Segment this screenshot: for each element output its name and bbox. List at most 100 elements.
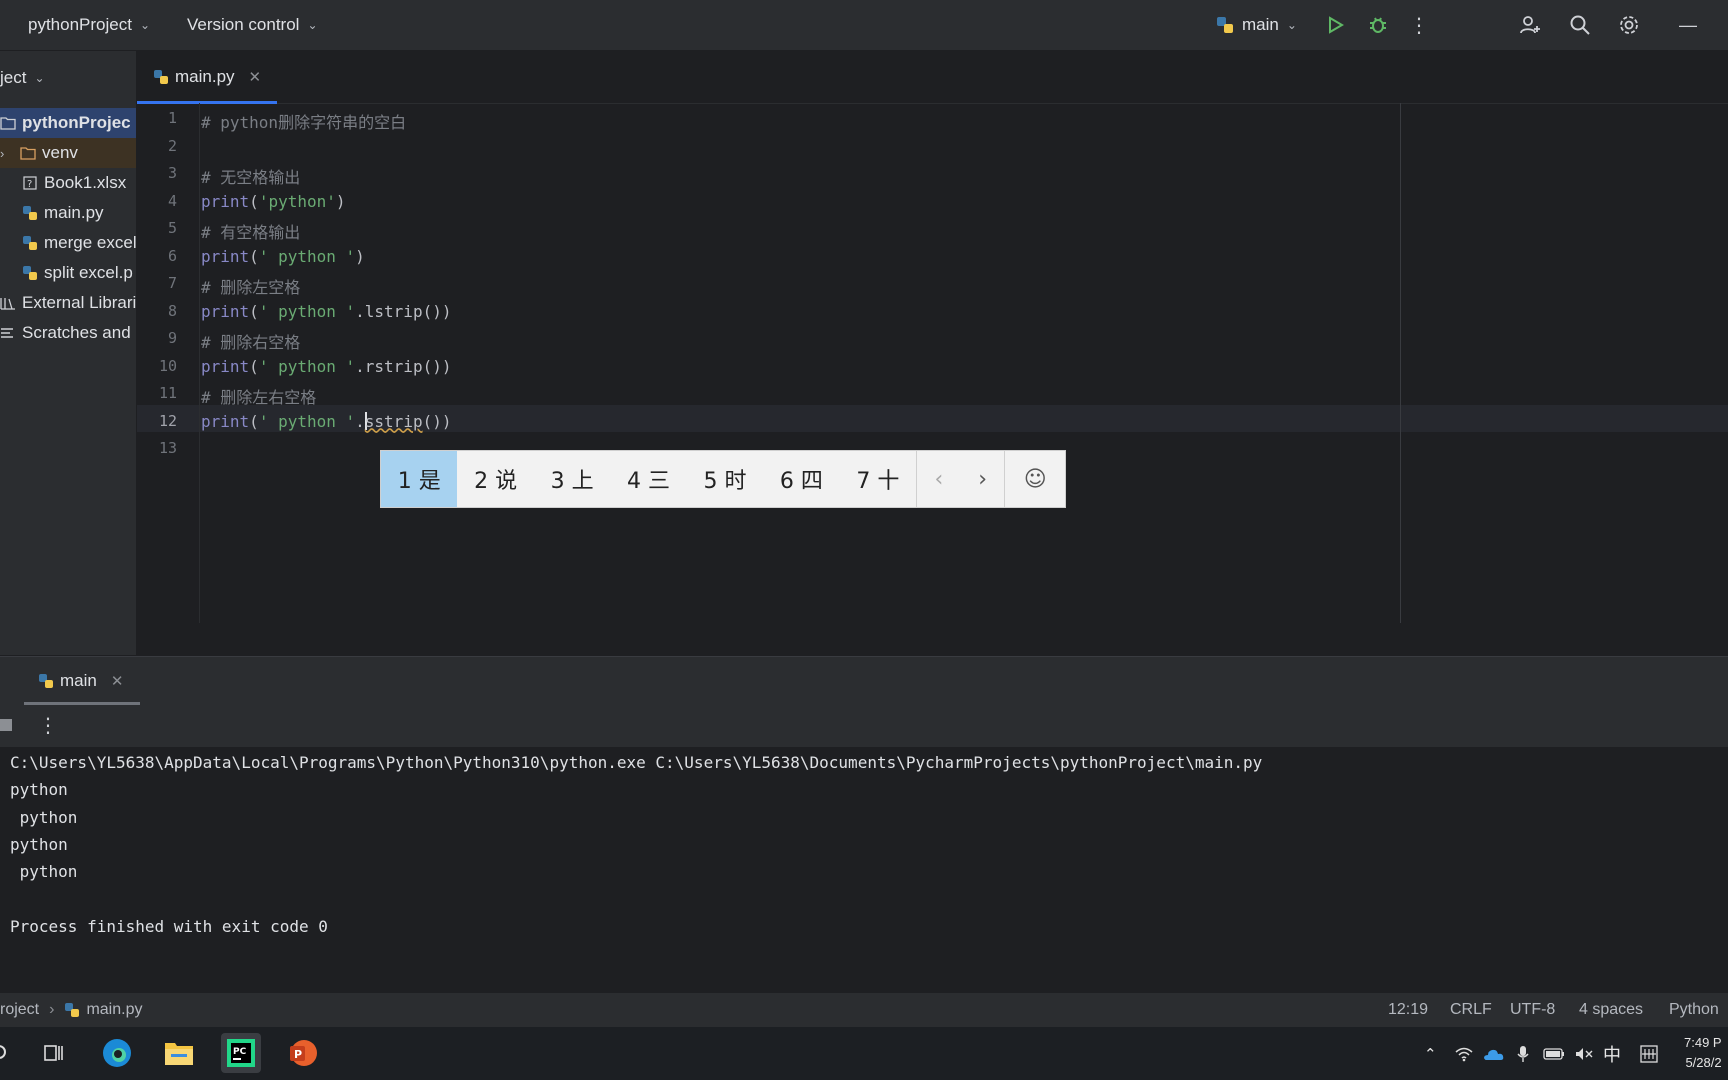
code-string: 'python' bbox=[258, 191, 336, 211]
microphone-icon[interactable] bbox=[1517, 1027, 1529, 1080]
emoji-icon[interactable]: ☺ bbox=[1005, 451, 1065, 507]
tree-item-book1[interactable]: ? Book1.xlsx bbox=[0, 168, 136, 198]
project-view-selector[interactable]: ject ⌄ bbox=[0, 51, 45, 105]
settings-icon[interactable] bbox=[1614, 10, 1644, 40]
project-name: pythonProject bbox=[28, 15, 132, 34]
python-file-icon bbox=[22, 265, 38, 281]
windows-taskbar: PC P ⌃ 中 7:49 P 5/28/2 bbox=[0, 1027, 1728, 1080]
tab-main-py[interactable]: main.py ✕ bbox=[137, 51, 277, 104]
line-separator[interactable]: CRLF bbox=[1450, 993, 1492, 1027]
tree-item-venv[interactable]: › venv bbox=[0, 138, 136, 168]
onedrive-icon[interactable] bbox=[1482, 1027, 1504, 1080]
code-string: ' python ' bbox=[258, 301, 356, 321]
run-icon[interactable] bbox=[1320, 10, 1350, 40]
more-icon[interactable]: ⋮ bbox=[38, 713, 58, 738]
project-tool-window: ject ⌄ pythonProjec › venv ? Book1.xlsx … bbox=[0, 51, 136, 655]
clock-time: 7:49 P bbox=[1684, 1035, 1722, 1050]
clock[interactable]: 7:49 P 5/28/2 bbox=[1684, 1033, 1722, 1073]
run-toolbar: ⋮ bbox=[0, 705, 1728, 748]
console-line: python bbox=[10, 862, 78, 882]
chevron-down-icon: ⌄ bbox=[307, 18, 318, 32]
pycharm-icon[interactable]: PC bbox=[221, 1033, 261, 1073]
search-icon[interactable] bbox=[1565, 10, 1595, 40]
ime-prev-page-icon[interactable]: ‹ bbox=[917, 451, 961, 507]
code-line: print('python') bbox=[201, 192, 346, 211]
ime-candidate-1[interactable]: 1 是 bbox=[381, 451, 458, 507]
close-icon[interactable]: ✕ bbox=[111, 672, 124, 690]
breadcrumb-project[interactable]: roject bbox=[0, 1001, 39, 1019]
tree-item-label: venv bbox=[42, 143, 78, 162]
code-line: print(' python '.rstrip()) bbox=[201, 357, 451, 376]
title-bar: pythonProject ⌄ Version control ⌄ main ⌄… bbox=[0, 0, 1728, 51]
edge-icon[interactable] bbox=[97, 1033, 137, 1073]
tree-item-pythonproject[interactable]: pythonProjec bbox=[0, 108, 136, 138]
tree-item-external-libraries[interactable]: External Librari bbox=[0, 288, 136, 318]
powerpoint-icon[interactable]: P bbox=[283, 1033, 323, 1073]
tree-item-label: pythonProjec bbox=[22, 113, 131, 132]
ime-next-page-icon[interactable]: › bbox=[961, 451, 1005, 507]
code-line: print(' python '.sstrip()) bbox=[201, 411, 451, 431]
line-number: 12 bbox=[158, 411, 177, 430]
close-icon[interactable]: ✕ bbox=[249, 68, 262, 86]
battery-icon[interactable] bbox=[1543, 1027, 1565, 1080]
code-comment: # 有空格输出 bbox=[201, 223, 301, 242]
ime-candidate-7[interactable]: 7 十 bbox=[840, 451, 916, 507]
line-number-gutter: 1 2 3 4 5 6 7 8 9 10 11 12 13 bbox=[137, 103, 200, 623]
console-line: python bbox=[10, 807, 78, 827]
line-number: 6 bbox=[167, 246, 177, 265]
code-punctuation: . bbox=[355, 411, 365, 431]
tree-item-main-py[interactable]: main.py bbox=[0, 198, 136, 228]
volume-muted-icon[interactable] bbox=[1575, 1027, 1593, 1080]
library-icon bbox=[0, 295, 16, 311]
code-line: # 有空格输出 bbox=[201, 219, 300, 243]
tree-item-label: main.py bbox=[44, 203, 104, 222]
file-explorer-icon[interactable] bbox=[159, 1033, 199, 1073]
vcs-label: Version control bbox=[187, 15, 300, 34]
svg-text:PC: PC bbox=[233, 1047, 247, 1057]
ime-mode-indicator[interactable]: 中 bbox=[1603, 1027, 1621, 1080]
line-number: 5 bbox=[167, 219, 177, 237]
project-header-label: ject bbox=[0, 68, 27, 87]
code-function: print bbox=[201, 246, 250, 266]
code-comment: # 删除左右空格 bbox=[201, 388, 317, 407]
tree-item-label: Scratches and bbox=[22, 323, 131, 342]
file-encoding[interactable]: UTF-8 bbox=[1510, 993, 1555, 1027]
tray-overflow-icon[interactable]: ⌃ bbox=[1424, 1027, 1437, 1080]
code-comment: # 无空格输出 bbox=[201, 168, 301, 187]
task-view-icon[interactable] bbox=[34, 1033, 74, 1073]
ime-candidate-3[interactable]: 3 上 bbox=[534, 451, 610, 507]
stop-icon[interactable] bbox=[0, 719, 12, 731]
tab-run-main[interactable]: main ✕ bbox=[24, 657, 140, 705]
ime-layout-icon[interactable] bbox=[1640, 1027, 1658, 1080]
wifi-icon[interactable] bbox=[1455, 1027, 1473, 1080]
add-user-icon[interactable] bbox=[1515, 10, 1545, 40]
minimize-icon[interactable]: — bbox=[1673, 10, 1703, 40]
debug-icon[interactable] bbox=[1363, 10, 1393, 40]
vcs-menu[interactable]: Version control ⌄ bbox=[187, 0, 318, 50]
indent-setting[interactable]: 4 spaces bbox=[1579, 993, 1643, 1027]
run-config-selector[interactable]: main ⌄ bbox=[1216, 0, 1297, 50]
tree-item-split-excel[interactable]: split excel.p bbox=[0, 258, 136, 288]
interpreter[interactable]: Python bbox=[1669, 993, 1719, 1027]
project-selector[interactable]: pythonProject ⌄ bbox=[28, 0, 150, 50]
tree-item-merge-excel[interactable]: merge excel bbox=[0, 228, 136, 258]
code-string: ' python ' bbox=[258, 356, 356, 376]
more-icon[interactable]: ⋮ bbox=[1404, 10, 1434, 40]
ime-candidate-4[interactable]: 4 三 bbox=[610, 451, 686, 507]
run-tool-window: main ✕ ⋮ C:\Users\YL5638\AppData\Local\P… bbox=[0, 656, 1728, 993]
tree-item-scratches[interactable]: Scratches and bbox=[0, 318, 136, 348]
python-file-icon bbox=[22, 235, 38, 251]
ime-candidate-6[interactable]: 6 四 bbox=[763, 451, 839, 507]
breadcrumb-file[interactable]: main.py bbox=[86, 1001, 142, 1019]
editor-area: main.py ✕ 1 2 3 4 5 6 7 8 9 10 11 12 13 # python删除字符… bbox=[137, 51, 1728, 655]
python-file-icon bbox=[153, 69, 169, 85]
line-number: 4 bbox=[167, 191, 177, 210]
search-icon[interactable] bbox=[0, 1033, 20, 1073]
ime-candidate-5[interactable]: 5 时 bbox=[687, 451, 763, 507]
code-punctuation: ) bbox=[355, 246, 365, 266]
code-method: sstrip bbox=[364, 411, 423, 431]
caret-position[interactable]: 12:19 bbox=[1388, 993, 1428, 1027]
ime-candidate-2[interactable]: 2 说 bbox=[457, 451, 533, 507]
chevron-right-icon: › bbox=[0, 145, 5, 161]
svg-text:?: ? bbox=[27, 179, 32, 190]
